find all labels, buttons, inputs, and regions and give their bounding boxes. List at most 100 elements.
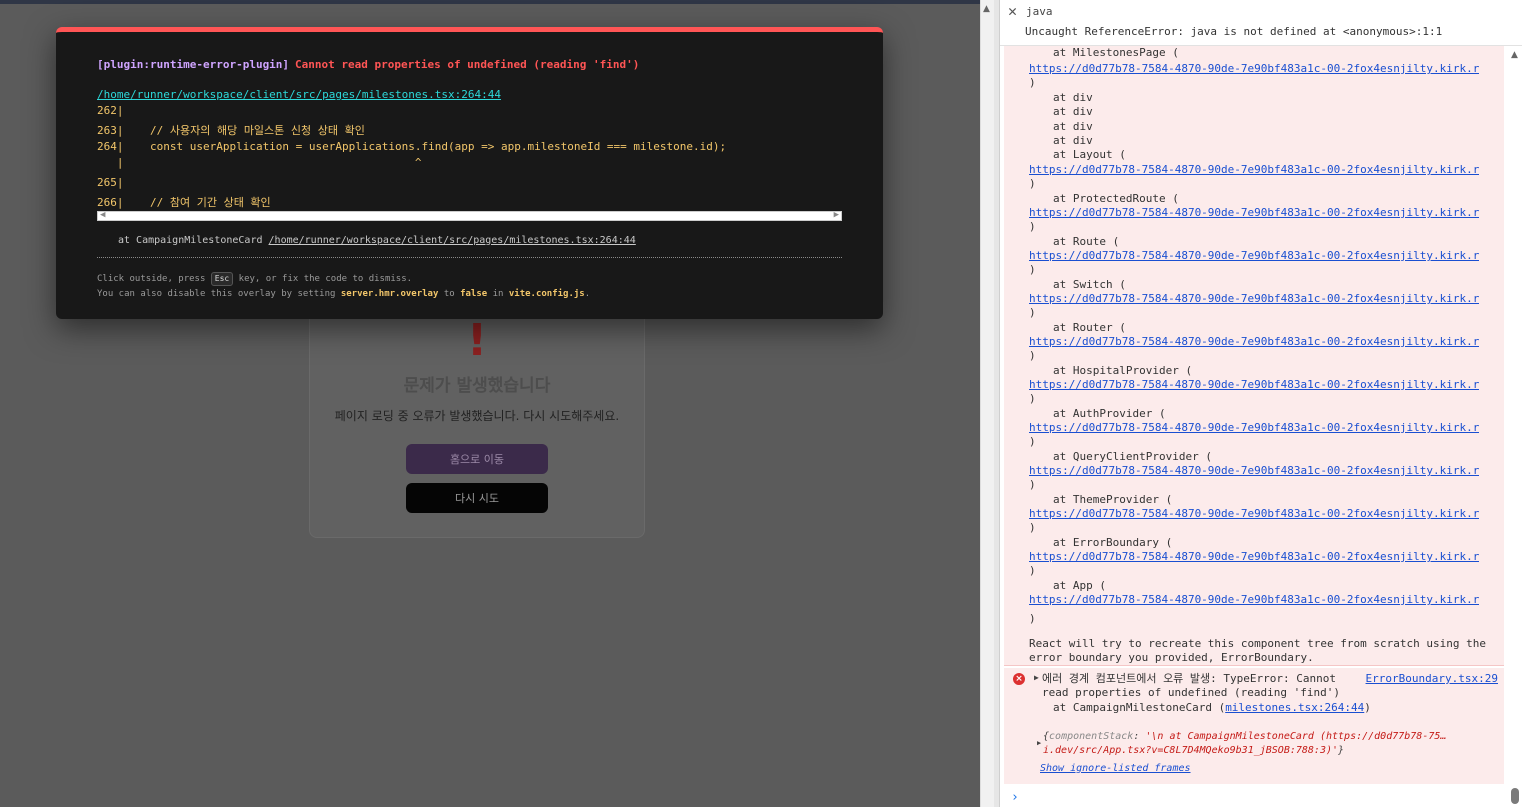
stack-source-link[interactable]: https://d0d77b78-7584-4870-90de-7e90bf48… [1029, 421, 1479, 434]
stack-frame: at div [1053, 105, 1093, 118]
stack-source-link[interactable]: https://d0d77b78-7584-4870-90de-7e90bf48… [1029, 292, 1479, 305]
stack-frame: at ErrorBoundary ( [1053, 536, 1173, 549]
stack-source-link[interactable]: https://d0d77b78-7584-4870-90de-7e90bf48… [1029, 249, 1479, 262]
scroll-up-icon[interactable]: ▲ [1511, 50, 1518, 60]
stack-source-link[interactable]: https://d0d77b78-7584-4870-90de-7e90bf48… [1029, 163, 1479, 176]
vite-error-overlay[interactable]: [plugin:runtime-error-plugin] Cannot rea… [56, 27, 883, 319]
stack-source-link[interactable]: https://d0d77b78-7584-4870-90de-7e90bf48… [1029, 378, 1479, 391]
stack-frame: at div [1053, 134, 1093, 147]
tip-text: key, or fix the code to dismiss. [238, 274, 413, 284]
stack-source-link[interactable]: https://d0d77b78-7584-4870-90de-7e90bf48… [1029, 550, 1479, 563]
close-icon[interactable]: ✕ [1008, 2, 1017, 20]
tip-text: to [443, 289, 455, 299]
stack-close-paren: ) [1029, 611, 1036, 625]
error-boundary-message[interactable]: 에러 경계 컴포넌트에서 오류 발생: TypeError: Cannot re… [1042, 672, 1352, 700]
obj-sep: : [1133, 731, 1146, 742]
console-scrollbar[interactable]: ▲ [1508, 46, 1522, 807]
config-value: false [460, 289, 488, 299]
reference-error-message: Uncaught ReferenceError: java is not def… [1025, 25, 1443, 38]
stack-line: at CampaignMilestoneCard (milestones.tsx… [1053, 701, 1371, 714]
stack-frame: at MilestonesPage ( [1053, 46, 1179, 59]
scroll-up-icon[interactable]: ▲ [983, 4, 990, 14]
stack-source-link[interactable]: https://d0d77b78-7584-4870-90de-7e90bf48… [1029, 464, 1479, 477]
stack-frame: at div [1053, 120, 1093, 133]
component-stack-object[interactable]: {componentStack: '\n at CampaignMileston… [1043, 730, 1473, 758]
stack-suffix: ) [1364, 701, 1371, 714]
esc-key: Esc [210, 272, 234, 286]
app-page: ! 문제가 발생했습니다 페이지 로딩 중 오류가 발생했습니다. 다시 시도해… [0, 0, 980, 807]
error-file-link[interactable]: /home/runner/workspace/client/src/pages/… [97, 88, 501, 101]
config-key: server.hmr.overlay [340, 289, 439, 299]
error-message: Cannot read properties of undefined (rea… [295, 58, 640, 71]
go-home-button[interactable]: 홈으로 이동 [406, 444, 548, 474]
source-link[interactable]: ErrorBoundary.tsx:29 [1366, 672, 1498, 685]
stack-frame: at AuthProvider ( [1053, 407, 1166, 420]
error-icon: × [1013, 673, 1025, 685]
plugin-name: [plugin:runtime-error-plugin] [97, 58, 290, 71]
stack-close-paren: ) [1029, 263, 1036, 276]
stack-frame: at ThemeProvider ( [1053, 493, 1173, 506]
stack-source-link[interactable]: https://d0d77b78-7584-4870-90de-7e90bf48… [1029, 507, 1479, 520]
stack-close-paren: ) [1029, 478, 1036, 491]
stack-source-link[interactable]: https://d0d77b78-7584-4870-90de-7e90bf48… [1029, 593, 1479, 606]
console-prompt-icon[interactable]: › [1011, 790, 1019, 805]
scroll-left-icon[interactable]: ◀ [100, 210, 105, 220]
tip-text: in [492, 289, 504, 299]
stack-frame: at Route ( [1053, 235, 1120, 248]
tip-text: . [584, 289, 591, 299]
stack-frame: at div [1053, 91, 1093, 104]
scroll-right-icon[interactable]: ▶ [834, 210, 839, 220]
code-horizontal-scrollbar[interactable]: ◀ ▶ [97, 210, 842, 221]
expand-triangle-icon[interactable]: ▶ [1034, 673, 1039, 682]
page-top-border [0, 0, 980, 4]
stack-close-paren: ) [1029, 349, 1036, 362]
stack-frame: at QueryClientProvider ( [1053, 450, 1212, 463]
code-line: | ^ [97, 156, 422, 169]
error-title: 문제가 발생했습니다 [403, 376, 551, 396]
error-card: ! 문제가 발생했습니다 페이지 로딩 중 오류가 발생했습니다. 다시 시도해… [309, 300, 645, 538]
code-frame: 262| 263| // 사용자의 해당 마일스톤 신청 상태 확인 264| … [97, 104, 842, 209]
obj-key: componentStack [1049, 731, 1134, 742]
console-filter-input[interactable] [1026, 3, 1326, 19]
devtools-console: ✕ Uncaught ReferenceError: java is not d… [1000, 0, 1522, 807]
overlay-divider [97, 257, 842, 258]
error-description: 페이지 로딩 중 오류가 발생했습니다. 다시 시도해주세요. [334, 409, 620, 423]
stack-close-paren: ) [1029, 177, 1036, 190]
obj-brace: } [1338, 745, 1345, 756]
stack-frame: at Layout ( [1053, 148, 1126, 161]
stack-frame: at Router ( [1053, 321, 1126, 334]
react-recreate-note: React will try to recreate this componen… [1029, 637, 1486, 664]
stack-prefix: at CampaignMilestoneCard [118, 235, 263, 246]
expand-triangle-icon[interactable]: ▶ [1037, 739, 1041, 747]
code-line: 262| [97, 104, 124, 117]
retry-button[interactable]: 다시 시도 [406, 483, 548, 513]
stack-prefix: at CampaignMilestoneCard ( [1053, 701, 1226, 714]
stack-frame: at App ( [1053, 579, 1106, 592]
code-line: 263| // 사용자의 해당 마일스톤 신청 상태 확인 [97, 124, 365, 137]
stack-close-paren: ) [1029, 435, 1036, 448]
dismiss-tip: Click outside, press Esc key, or fix the… [97, 272, 412, 286]
stack-close-paren: ) [1029, 76, 1036, 89]
console-error-message: × ▶ 에러 경계 컴포넌트에서 오류 발생: TypeError: Canno… [1004, 668, 1504, 784]
stack-source-link[interactable]: https://d0d77b78-7584-4870-90de-7e90bf48… [1029, 206, 1479, 219]
stack-frame: at ProtectedRoute ( [1053, 192, 1179, 205]
stack-source-link[interactable]: https://d0d77b78-7584-4870-90de-7e90bf48… [1029, 335, 1479, 348]
stack-close-paren: ) [1029, 392, 1036, 405]
code-line: 265| [97, 176, 124, 189]
show-ignore-listed-frames-link[interactable]: Show ignore-listed frames [1040, 763, 1191, 774]
scrollbar-thumb[interactable] [1511, 788, 1519, 804]
stack-frame: at Switch ( [1053, 278, 1126, 291]
page-scrollbar[interactable]: ▲ [980, 0, 994, 807]
config-file: vite.config.js [508, 289, 585, 299]
stack-file-link[interactable]: /home/runner/workspace/client/src/pages/… [269, 235, 636, 246]
tip-text: Click outside, press [97, 274, 206, 284]
tip-text: You can also disable this overlay by set… [97, 289, 336, 299]
stack-source-link[interactable]: milestones.tsx:264:44 [1225, 701, 1364, 714]
stack-close-paren: ) [1029, 306, 1036, 319]
stack-source-link[interactable]: https://d0d77b78-7584-4870-90de-7e90bf48… [1029, 62, 1479, 75]
console-error-message: at MilestonesPage ( https://d0d77b78-7584… [1004, 46, 1504, 666]
stack-close-paren: ) [1029, 521, 1036, 534]
disable-tip: You can also disable this overlay by set… [97, 289, 590, 299]
stack-frame: at HospitalProvider ( [1053, 364, 1193, 377]
console-filter-bar: ✕ [1000, 0, 1522, 22]
